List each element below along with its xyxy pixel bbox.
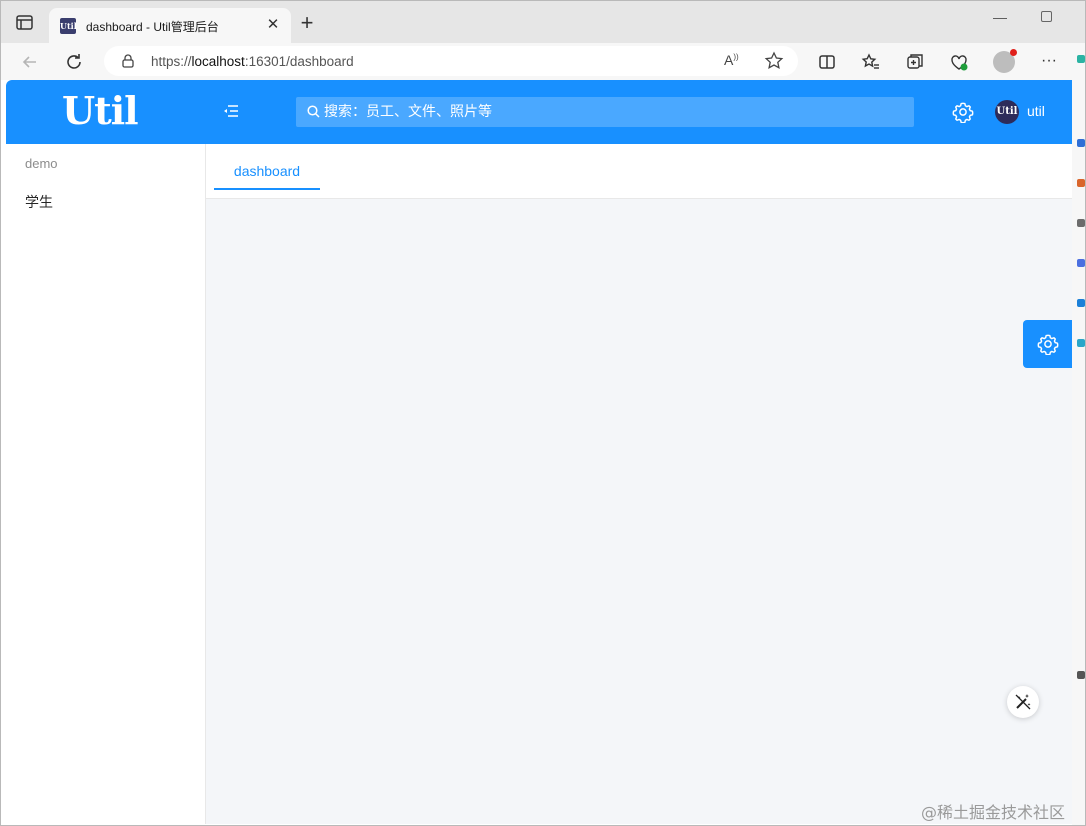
avatar[interactable]: Util [995, 100, 1019, 124]
tools-icon[interactable] [1077, 219, 1085, 227]
app-header: Util Util util [6, 80, 1072, 144]
global-search[interactable] [296, 97, 914, 127]
tabs-divider [206, 198, 1072, 199]
tab-label: dashboard [233, 163, 301, 179]
refresh-icon[interactable] [63, 51, 85, 73]
favorite-star-icon[interactable] [764, 51, 784, 71]
search-side-icon[interactable] [1077, 139, 1085, 147]
tab-dashboard[interactable]: dashboard [214, 144, 320, 190]
browser-toolbar: https://localhost:16301/dashboard A)) ··… [1, 43, 1085, 80]
browser-tab-strip: Util dashboard - Util管理后台 ✕ + — [1, 1, 1085, 43]
sidebar: demo 学生 [6, 144, 206, 824]
read-aloud-icon[interactable]: A)) [724, 52, 744, 70]
browser-tab-active[interactable]: Util dashboard - Util管理后台 ✕ [49, 8, 291, 43]
minimize-icon[interactable]: — [993, 9, 1007, 25]
drop-icon[interactable] [1077, 339, 1085, 347]
back-arrow-icon[interactable] [19, 51, 41, 73]
settings-side-icon[interactable] [1077, 671, 1085, 679]
app-logo[interactable]: Util [62, 91, 139, 131]
browser-tab-title: dashboard - Util管理后台 [86, 20, 219, 34]
gear-icon[interactable] [952, 101, 974, 123]
sidebar-group-title: demo [25, 156, 58, 171]
new-tab-icon[interactable]: + [297, 12, 317, 34]
sidebar-item-label: 学生 [25, 195, 53, 211]
sidebar-item-student[interactable]: 学生 [6, 184, 205, 216]
user-name[interactable]: util [1027, 103, 1045, 119]
browser-essentials-icon[interactable] [948, 51, 970, 73]
gear-icon [1037, 334, 1059, 355]
maximize-icon[interactable] [1041, 11, 1052, 22]
tab-actions-icon[interactable] [15, 14, 35, 32]
app-container: Util Util util demo [6, 80, 1072, 824]
browser-window: Util dashboard - Util管理后台 ✕ + — https://… [0, 0, 1086, 826]
menu-fold-icon[interactable] [223, 104, 239, 118]
magic-wand-button[interactable] [1007, 686, 1039, 718]
address-bar[interactable]: https://localhost:16301/dashboard A)) [104, 46, 798, 76]
search-icon [307, 105, 320, 118]
collections-icon[interactable] [904, 51, 926, 73]
search-input[interactable] [324, 97, 904, 127]
copilot-icon[interactable] [1077, 55, 1085, 63]
outlook-icon[interactable] [1077, 299, 1085, 307]
page-tabs: dashboard [206, 144, 1072, 199]
main-content [206, 209, 1072, 824]
split-screen-icon[interactable] [816, 51, 838, 73]
profile-avatar-icon[interactable] [993, 49, 1017, 73]
favorites-icon[interactable] [860, 51, 882, 73]
close-icon[interactable]: ✕ [265, 17, 281, 33]
shopping-icon[interactable] [1077, 179, 1085, 187]
magic-wand-icon [1015, 694, 1031, 710]
settings-drawer-button[interactable] [1023, 320, 1072, 368]
url-text[interactable]: https://localhost:16301/dashboard [151, 54, 354, 69]
watermark: @稀土掘金技术社区 [921, 803, 1066, 822]
more-options-icon[interactable]: ··· [1041, 51, 1063, 73]
browser-side-panel [1072, 43, 1085, 825]
favicon-icon: Util [60, 18, 77, 34]
games-icon[interactable] [1077, 259, 1085, 267]
lock-icon[interactable] [122, 54, 134, 68]
